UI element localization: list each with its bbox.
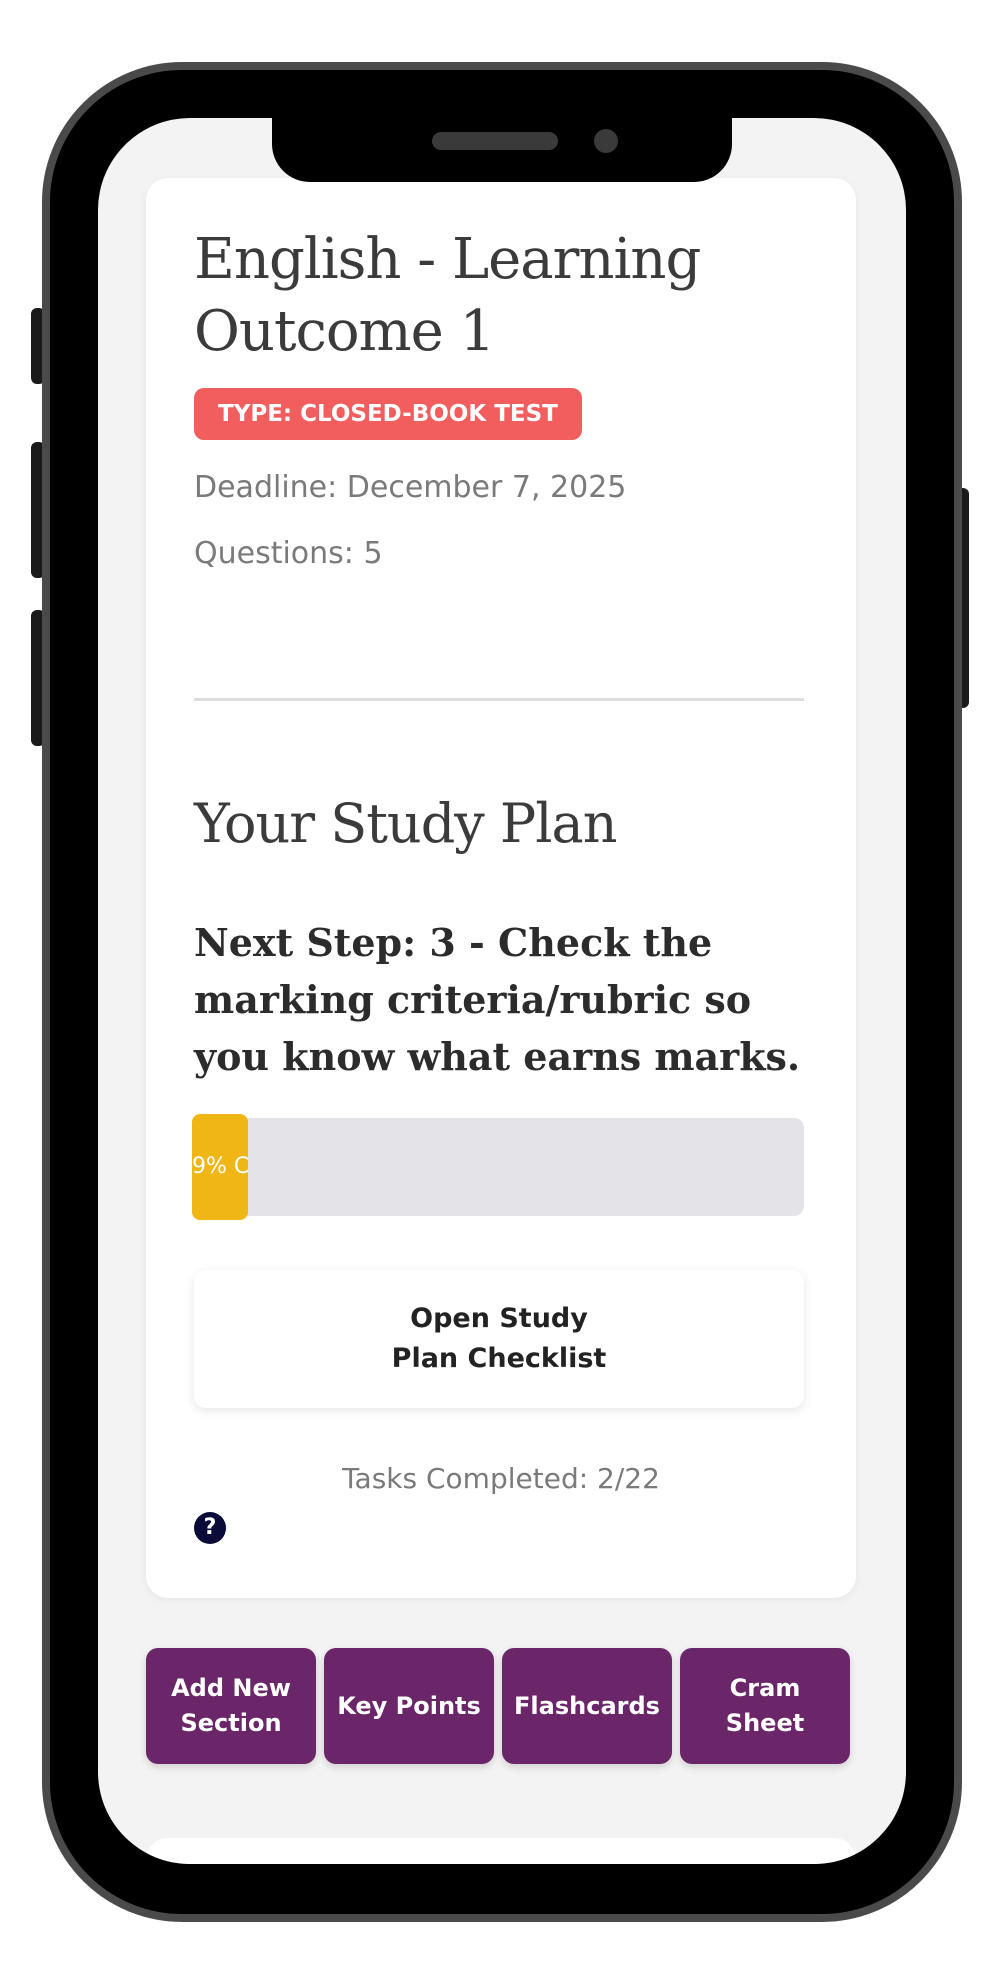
key-points-button[interactable]: Key Points	[324, 1648, 494, 1764]
section-divider	[194, 698, 804, 701]
speaker-grille	[432, 132, 558, 150]
flashcards-label: Flashcards	[514, 1691, 660, 1720]
phone-screen: English - Learning Outcome 1 TYPE: CLOSE…	[98, 118, 906, 1864]
question-circle-icon[interactable]: ?	[194, 1512, 226, 1544]
open-checklist-label: Open Study Plan Checklist	[391, 1303, 607, 1374]
type-badge: TYPE: CLOSED-BOOK TEST	[194, 388, 582, 440]
study-plan-heading: Your Study Plan	[194, 792, 618, 855]
phone-notch	[272, 110, 732, 182]
progress-label: 9% C	[192, 1154, 248, 1179]
key-points-label: Key Points	[337, 1691, 481, 1720]
flashcards-button[interactable]: Flashcards	[502, 1648, 672, 1764]
deadline-text: Deadline: December 7, 2025	[194, 470, 627, 505]
open-study-plan-checklist-button[interactable]: Open Study Plan Checklist	[194, 1270, 804, 1408]
cram-sheet-label: Cram Sheet	[725, 1674, 805, 1737]
tasks-completed-text: Tasks Completed: 2/22	[342, 1462, 660, 1495]
front-camera	[594, 129, 618, 153]
cram-sheet-button[interactable]: Cram Sheet	[680, 1648, 850, 1764]
page-title: English - Learning Outcome 1	[194, 227, 701, 364]
add-new-section-button[interactable]: Add New Section	[146, 1648, 316, 1764]
add-new-section-label: Add New Section	[171, 1674, 291, 1737]
progress-bar-fill: 9% C	[192, 1114, 248, 1220]
questions-count: Questions: 5	[194, 536, 383, 571]
progress-bar-track	[194, 1118, 804, 1216]
next-card-partial	[146, 1838, 856, 1864]
next-step-text: Next Step: 3 - Check the marking criteri…	[194, 920, 801, 1079]
assessment-card: English - Learning Outcome 1 TYPE: CLOSE…	[146, 178, 856, 1598]
